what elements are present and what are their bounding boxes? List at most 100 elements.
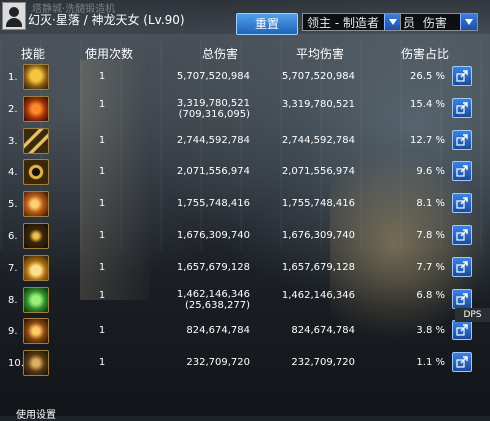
- target-select[interactable]: 领主 - 制造者: [302, 13, 402, 31]
- row-total-damage: 824,674,784: [186, 325, 250, 336]
- table-row: 3. 1 2,744,592,784 2,744,592,784 12.7 %: [0, 126, 490, 156]
- row-damage-share: 26.5 %: [410, 71, 445, 82]
- table-row: 4. 1 2,071,556,974 2,071,556,974 9.6 %: [0, 157, 490, 187]
- dragon-claw-icon[interactable]: [23, 318, 49, 344]
- share-icon[interactable]: [452, 193, 472, 213]
- row-average-damage: 2,744,592,784: [281, 135, 355, 146]
- row-uses: 1: [98, 357, 106, 368]
- row-damage-share: 7.7 %: [416, 262, 445, 273]
- row-rank: 8.: [8, 295, 18, 306]
- green-orb-icon[interactable]: [23, 287, 49, 313]
- chevron-down-icon[interactable]: [384, 14, 401, 30]
- orange-swirl-icon[interactable]: [23, 191, 49, 217]
- row-average-damage: 5,707,520,984: [281, 71, 355, 82]
- table-row: 7. 1 1,657,679,128 1,657,679,128 7.7 %: [0, 253, 490, 283]
- metric-select-tail: 员: [403, 16, 416, 30]
- row-total-damage: 5,707,520,984: [176, 71, 250, 82]
- column-total: 总伤害: [201, 47, 238, 61]
- table-row: 2. 1 3,319,780,521 (709,316,095) 3,319,780,5…: [0, 94, 490, 124]
- reset-button[interactable]: 重置: [236, 13, 298, 35]
- dark-sigil-icon[interactable]: [23, 223, 49, 249]
- footer-settings[interactable]: 使用设置: [16, 406, 56, 421]
- golden-lion-icon[interactable]: [23, 64, 49, 90]
- row-average-damage: 3,319,780,521: [281, 99, 355, 110]
- row-total-damage: 1,676,309,740: [176, 230, 250, 241]
- row-total-damage: 2,744,592,784: [176, 135, 250, 146]
- metric-select-value: 伤害: [422, 16, 447, 30]
- target-select-value: 领主 - 制造者: [307, 16, 379, 30]
- table-row: 5. 1 1,755,748,416 1,755,748,416 8.1 %: [0, 189, 490, 219]
- row-rank: 5.: [8, 199, 18, 210]
- row-uses: 1: [98, 230, 106, 241]
- row-extra-damage: (25,638,277): [184, 300, 250, 311]
- share-icon[interactable]: [452, 320, 472, 340]
- row-uses: 1: [98, 166, 106, 177]
- top-bar: 塔静城·洗髓锻造机 幻灭·星落 / 神龙天女 (Lv.90) 重置 领主 - 制…: [0, 0, 490, 35]
- row-uses: 1: [98, 99, 106, 110]
- metric-select[interactable]: 员 伤害: [400, 13, 478, 31]
- row-average-damage: 2,071,556,974: [281, 166, 355, 177]
- row-damage-share: 12.7 %: [410, 135, 445, 146]
- row-average-damage: 824,674,784: [291, 325, 355, 336]
- shadow-fist-icon[interactable]: [23, 350, 49, 376]
- row-rank: 9.: [8, 326, 18, 337]
- table-row: 8. 1 1,462,146,346 (25,638,277) 1,462,146,34…: [0, 285, 490, 315]
- row-total-damage: 1,462,146,346: [176, 289, 250, 300]
- table-row: 6. 1 1,676,309,740 1,676,309,740 7.8 %: [0, 221, 490, 251]
- row-total-damage: 232,709,720: [186, 357, 250, 368]
- row-damage-share: 15.4 %: [410, 99, 445, 110]
- chevron-down-icon[interactable]: [460, 14, 477, 30]
- row-rank: 7.: [8, 263, 18, 274]
- row-rank: 10.: [8, 358, 24, 369]
- table-row: 1. 1 5,707,520,984 5,707,520,984 26.5 %: [0, 62, 490, 92]
- share-icon[interactable]: [452, 98, 472, 118]
- row-damage-share: 8.1 %: [416, 198, 445, 209]
- row-average-damage: 1,676,309,740: [281, 230, 355, 241]
- row-uses: 1: [98, 198, 106, 209]
- row-average-damage: 232,709,720: [291, 357, 355, 368]
- row-rank: 1.: [8, 72, 18, 83]
- row-damage-share: 1.1 %: [416, 357, 445, 368]
- dps-side-tab[interactable]: DPS: [455, 308, 490, 322]
- row-extra-damage: (709,316,095): [178, 109, 250, 120]
- table-row: 9. 1 824,674,784 824,674,784 3.8 %: [0, 316, 490, 346]
- column-uses: 使用次数: [84, 47, 133, 61]
- share-icon[interactable]: [452, 161, 472, 181]
- row-uses: 1: [98, 262, 106, 273]
- row-rank: 2.: [8, 104, 18, 115]
- row-damage-share: 7.8 %: [416, 230, 445, 241]
- table-header: 技能 使用次数 总伤害 平均伤害 伤害占比: [0, 45, 490, 61]
- column-avg: 平均伤害: [295, 47, 344, 61]
- row-damage-share: 9.6 %: [416, 166, 445, 177]
- row-rank: 3.: [8, 136, 18, 147]
- row-average-damage: 1,462,146,346: [281, 290, 355, 301]
- column-skill: 技能: [20, 47, 45, 61]
- table-row: 10. 1 232,709,720 232,709,720 1.1 %: [0, 348, 490, 378]
- player-title: 幻灭·星落 / 神龙天女 (Lv.90): [28, 13, 185, 27]
- row-total-damage: 3,319,780,521: [176, 98, 250, 109]
- share-icon[interactable]: [452, 257, 472, 277]
- share-icon[interactable]: [452, 130, 472, 150]
- player-avatar-icon: [2, 2, 26, 30]
- row-total-damage: 2,071,556,974: [176, 166, 250, 177]
- row-rank: 4.: [8, 167, 18, 178]
- row-uses: 1: [98, 135, 106, 146]
- row-rank: 6.: [8, 231, 18, 242]
- row-average-damage: 1,657,679,128: [281, 262, 355, 273]
- row-damage-share: 3.8 %: [416, 325, 445, 336]
- row-average-damage: 1,755,748,416: [281, 198, 355, 209]
- crossed-blades-icon[interactable]: [23, 128, 49, 154]
- share-icon[interactable]: [452, 289, 472, 309]
- share-icon[interactable]: [452, 225, 472, 245]
- row-total-damage: 1,755,748,416: [176, 198, 250, 209]
- row-uses: 1: [98, 71, 106, 82]
- share-icon[interactable]: [452, 352, 472, 372]
- row-uses: 1: [98, 290, 106, 301]
- row-total-damage: 1,657,679,128: [176, 262, 250, 273]
- row-damage-share: 6.8 %: [416, 290, 445, 301]
- golden-ring-icon[interactable]: [23, 159, 49, 185]
- share-icon[interactable]: [452, 66, 472, 86]
- golden-wing-icon[interactable]: [23, 255, 49, 281]
- flame-vortex-icon[interactable]: [23, 96, 49, 122]
- row-uses: 1: [98, 325, 106, 336]
